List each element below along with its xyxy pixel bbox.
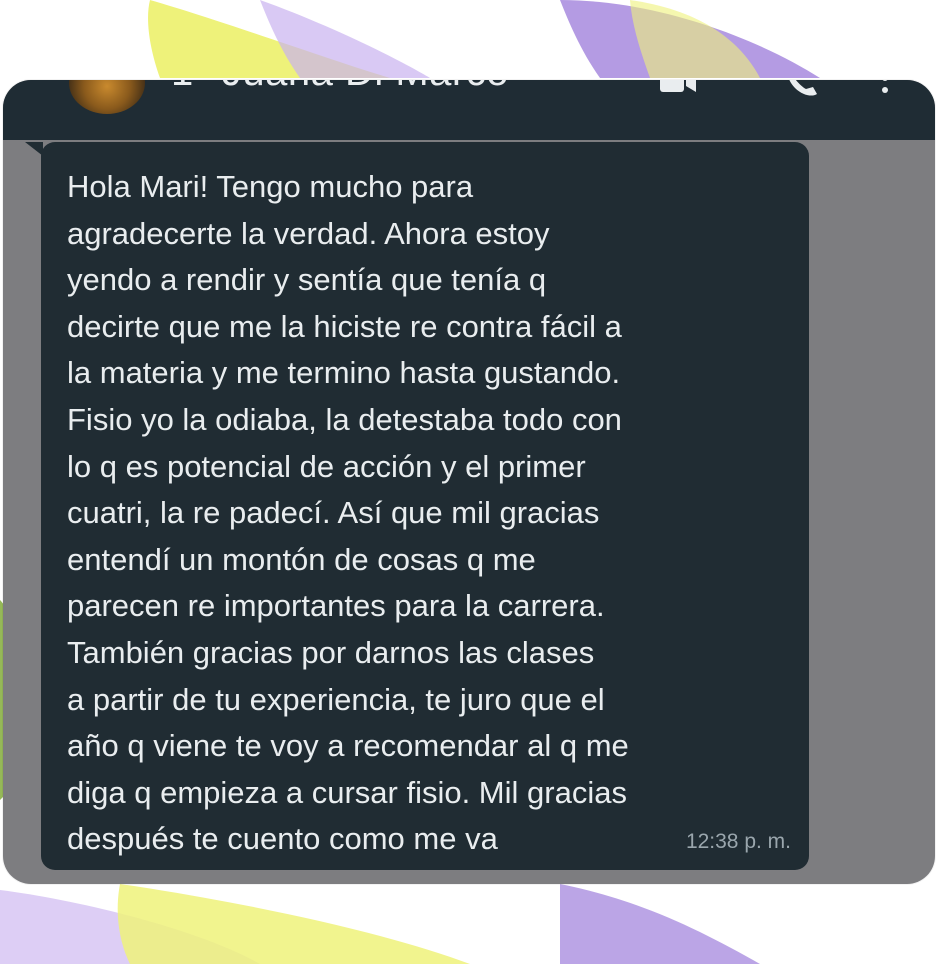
contact-avatar[interactable] (69, 80, 145, 114)
leaf-purple-bottom-right (560, 884, 760, 964)
more-options-icon[interactable] (875, 80, 895, 102)
chat-header: 1° Juana Di Marco (3, 80, 935, 140)
message-text: Hola Mari! Tengo mucho para agradecerte … (67, 169, 629, 857)
chat-window: 1° Juana Di Marco Hola Mari! Tengo mucho… (3, 80, 935, 884)
leaf-yellow-bottom (117, 884, 470, 964)
voice-call-icon[interactable] (781, 80, 821, 102)
screenshot-frame: 1° Juana Di Marco Hola Mari! Tengo mucho… (0, 0, 947, 964)
message-timestamp: 12:38 p. m. (685, 830, 791, 853)
video-call-icon[interactable] (658, 80, 698, 102)
contact-name[interactable]: 1° Juana Di Marco (171, 80, 509, 95)
incoming-message-bubble[interactable]: Hola Mari! Tengo mucho para agradecerte … (41, 142, 809, 870)
